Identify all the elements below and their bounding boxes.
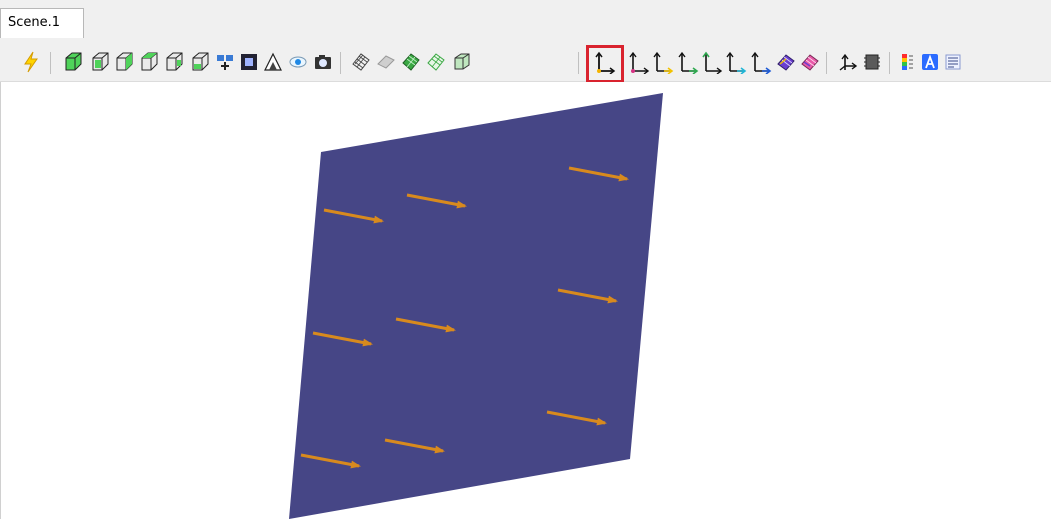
axis-x-icon[interactable] (628, 50, 650, 74)
orientation-icon[interactable] (836, 50, 858, 74)
view-front-icon[interactable] (89, 50, 111, 74)
view-right-icon[interactable] (163, 50, 185, 74)
mesh-wireframe-icon[interactable] (350, 50, 372, 74)
hide-show-icon[interactable] (287, 50, 309, 74)
zoom-area-icon[interactable] (238, 50, 260, 74)
list-icon[interactable] (942, 50, 964, 74)
toolbar-separator (889, 52, 890, 74)
toolbar-separator (340, 52, 341, 74)
toolbar-separator (50, 52, 51, 74)
capture-icon[interactable] (312, 50, 334, 74)
axis-y-icon[interactable] (652, 50, 674, 74)
view-top-icon[interactable] (189, 50, 211, 74)
axis-yz-icon[interactable] (725, 50, 747, 74)
view-left-icon[interactable] (138, 50, 160, 74)
3d-viewport[interactable] (0, 82, 1051, 519)
mesh-colored-icon[interactable] (400, 50, 422, 74)
tab-bar: Scene.1 (0, 0, 1051, 44)
mesh-outline-icon[interactable] (425, 50, 447, 74)
axis-z-icon[interactable] (677, 50, 699, 74)
lightning-icon[interactable] (20, 50, 42, 74)
fit-all-icon[interactable] (214, 50, 236, 74)
chip-icon[interactable] (861, 50, 883, 74)
toolbar-separator (578, 52, 579, 74)
color-legend-icon[interactable] (896, 50, 918, 74)
surface-shaded-icon[interactable] (775, 50, 797, 74)
text-annotation-icon[interactable] (919, 50, 941, 74)
toolbar-separator (826, 52, 827, 74)
axis-xy-icon[interactable] (701, 50, 723, 74)
surface-colored-icon[interactable] (799, 50, 821, 74)
surface-plane[interactable] (289, 93, 663, 519)
visibility-icon[interactable] (262, 50, 284, 74)
mesh-shaded-icon[interactable] (375, 50, 397, 74)
mesh-solid-icon[interactable] (451, 50, 473, 74)
view-back-icon[interactable] (113, 50, 135, 74)
view-cube-icon[interactable] (62, 50, 84, 74)
scene-canvas (289, 93, 663, 519)
toolbar (0, 44, 1051, 82)
axis-xz-icon[interactable] (750, 50, 772, 74)
active-tool-highlight (586, 45, 624, 83)
tab-scene[interactable]: Scene.1 (0, 8, 84, 38)
